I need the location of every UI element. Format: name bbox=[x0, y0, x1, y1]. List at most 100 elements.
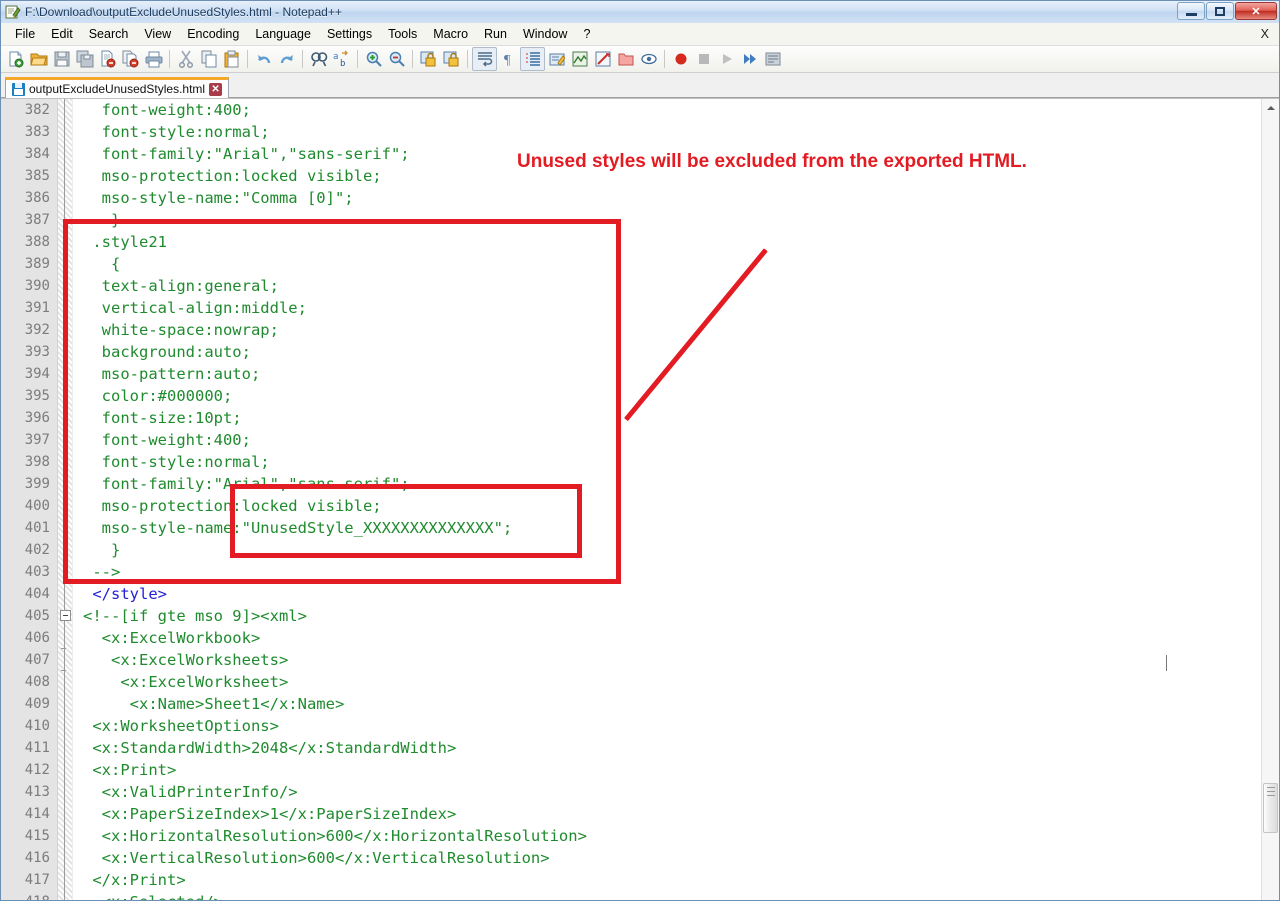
copy-icon[interactable] bbox=[197, 48, 220, 70]
line-number: 387 bbox=[1, 209, 57, 231]
document-preview-icon[interactable] bbox=[637, 48, 660, 70]
line-number: 414 bbox=[1, 803, 57, 825]
code-line[interactable]: <x:PaperSizeIndex>1</x:PaperSizeIndex> bbox=[73, 803, 1279, 825]
toolbar-separator bbox=[412, 50, 413, 68]
line-number: 382 bbox=[1, 99, 57, 121]
window-title: F:\Download\outputExcludeUnusedStyles.ht… bbox=[25, 5, 342, 19]
stop-recording-macro-icon[interactable] bbox=[692, 48, 715, 70]
code-line[interactable]: <x:Print> bbox=[73, 759, 1279, 781]
redo-icon[interactable] bbox=[275, 48, 298, 70]
menu-window[interactable]: Window bbox=[515, 25, 575, 43]
replace-icon[interactable]: ab bbox=[330, 48, 353, 70]
vertical-scrollbar[interactable] bbox=[1261, 99, 1279, 901]
menu-encoding[interactable]: Encoding bbox=[179, 25, 247, 43]
menu-view[interactable]: View bbox=[136, 25, 179, 43]
save-icon[interactable] bbox=[50, 48, 73, 70]
menu-file[interactable]: File bbox=[7, 25, 43, 43]
tab-bar: outputExcludeUnusedStyles.html ✕ bbox=[1, 73, 1279, 98]
svg-text:b: b bbox=[340, 59, 345, 68]
line-number: 402 bbox=[1, 539, 57, 561]
save-current-macro-icon[interactable] bbox=[761, 48, 784, 70]
minimize-button[interactable] bbox=[1177, 2, 1205, 20]
user-defined-language-icon[interactable] bbox=[545, 48, 568, 70]
line-number: 394 bbox=[1, 363, 57, 385]
sync-horizontal-scroll-icon[interactable] bbox=[440, 48, 463, 70]
close-file-icon[interactable] bbox=[96, 48, 119, 70]
close-document-button[interactable]: X bbox=[1261, 27, 1269, 41]
record-macro-icon[interactable] bbox=[669, 48, 692, 70]
zoom-out-icon[interactable] bbox=[385, 48, 408, 70]
menu-run[interactable]: Run bbox=[476, 25, 515, 43]
menu-macro[interactable]: Macro bbox=[425, 25, 476, 43]
line-number: 398 bbox=[1, 451, 57, 473]
run-macro-multiple-times-icon[interactable] bbox=[738, 48, 761, 70]
line-number: 418 bbox=[1, 891, 57, 901]
print-icon[interactable] bbox=[142, 48, 165, 70]
code-line[interactable]: font-style:normal; bbox=[73, 121, 1279, 143]
svg-text:a: a bbox=[333, 52, 338, 62]
open-file-icon[interactable] bbox=[27, 48, 50, 70]
restore-button[interactable] bbox=[1206, 2, 1234, 20]
play-macro-icon[interactable] bbox=[715, 48, 738, 70]
paste-icon[interactable] bbox=[220, 48, 243, 70]
close-button[interactable]: ✕ bbox=[1235, 2, 1277, 20]
code-token-tag: </style> bbox=[83, 585, 167, 603]
show-document-map-icon[interactable] bbox=[568, 48, 591, 70]
code-line[interactable]: <x:HorizontalResolution>600</x:Horizonta… bbox=[73, 825, 1279, 847]
menu-language[interactable]: Language bbox=[247, 25, 319, 43]
line-number: 386 bbox=[1, 187, 57, 209]
toolbar-separator bbox=[467, 50, 468, 68]
text-caret bbox=[1166, 655, 1167, 671]
code-line[interactable]: <x:Selected/> bbox=[73, 891, 1279, 901]
find-icon[interactable] bbox=[307, 48, 330, 70]
line-number: 408 bbox=[1, 671, 57, 693]
menu-bar: File Edit Search View Encoding Language … bbox=[1, 23, 1279, 46]
code-line[interactable]: <x:WorksheetOptions> bbox=[73, 715, 1279, 737]
save-all-icon[interactable] bbox=[73, 48, 96, 70]
tab-close-icon[interactable]: ✕ bbox=[209, 83, 222, 96]
vertical-scroll-thumb[interactable] bbox=[1263, 783, 1278, 833]
new-file-icon[interactable] bbox=[4, 48, 27, 70]
line-number: 392 bbox=[1, 319, 57, 341]
fold-collapse-box[interactable] bbox=[60, 610, 71, 621]
zoom-in-icon[interactable] bbox=[362, 48, 385, 70]
cut-icon[interactable] bbox=[174, 48, 197, 70]
toolbar-separator bbox=[357, 50, 358, 68]
line-number: 384 bbox=[1, 143, 57, 165]
code-line[interactable]: <x:ExcelWorksheets> bbox=[73, 649, 1279, 671]
line-number: 405 bbox=[1, 605, 57, 627]
saved-file-icon bbox=[12, 83, 25, 96]
show-folder-as-workspace-icon[interactable] bbox=[614, 48, 637, 70]
code-line[interactable]: mso-style-name:"Comma [0]"; bbox=[73, 187, 1279, 209]
title-bar: F:\Download\outputExcludeUnusedStyles.ht… bbox=[1, 1, 1279, 23]
menu-search[interactable]: Search bbox=[81, 25, 137, 43]
code-line[interactable]: font-weight:400; bbox=[73, 99, 1279, 121]
menu-tools[interactable]: Tools bbox=[380, 25, 425, 43]
word-wrap-icon[interactable] bbox=[472, 47, 497, 71]
show-function-list-icon[interactable] bbox=[591, 48, 614, 70]
code-line[interactable]: <x:ExcelWorksheet> bbox=[73, 671, 1279, 693]
code-line[interactable]: <!--[if gte mso 9]><xml> bbox=[73, 605, 1279, 627]
undo-icon[interactable] bbox=[252, 48, 275, 70]
code-line[interactable]: <x:ExcelWorkbook> bbox=[73, 627, 1279, 649]
callout-text: Unused styles will be excluded from the … bbox=[517, 151, 1027, 173]
code-line[interactable]: <x:ValidPrinterInfo/> bbox=[73, 781, 1279, 803]
code-line[interactable]: </style> bbox=[73, 583, 1279, 605]
code-line[interactable]: <x:StandardWidth>2048</x:StandardWidth> bbox=[73, 737, 1279, 759]
line-number: 413 bbox=[1, 781, 57, 803]
code-line[interactable]: </x:Print> bbox=[73, 869, 1279, 891]
code-line[interactable]: <x:Name>Sheet1</x:Name> bbox=[73, 693, 1279, 715]
menu-help[interactable]: ? bbox=[575, 25, 598, 43]
indent-guide-icon[interactable] bbox=[520, 47, 545, 71]
sync-vertical-scroll-icon[interactable] bbox=[417, 48, 440, 70]
line-number: 383 bbox=[1, 121, 57, 143]
code-line[interactable]: <x:VerticalResolution>600</x:VerticalRes… bbox=[73, 847, 1279, 869]
line-number: 397 bbox=[1, 429, 57, 451]
menu-edit[interactable]: Edit bbox=[43, 25, 81, 43]
unused-style-name-highlight bbox=[230, 484, 582, 558]
tab-outputExcludeUnusedStyles-html[interactable]: outputExcludeUnusedStyles.html ✕ bbox=[5, 77, 229, 98]
menu-settings[interactable]: Settings bbox=[319, 25, 380, 43]
scroll-up-button[interactable] bbox=[1262, 99, 1279, 116]
close-all-files-icon[interactable] bbox=[119, 48, 142, 70]
show-all-characters-icon[interactable]: ¶ bbox=[497, 48, 520, 70]
